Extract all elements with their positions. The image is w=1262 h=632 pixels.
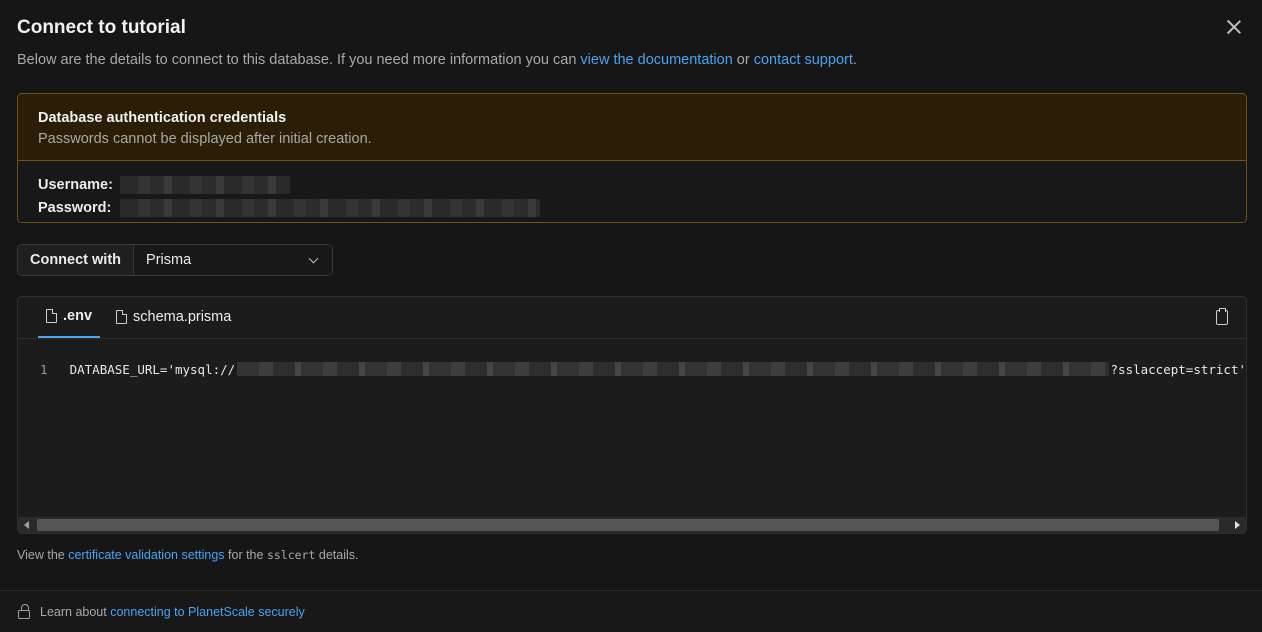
credentials-body: Username: Password: — [18, 161, 1246, 222]
certificate-settings-link[interactable]: certificate validation settings — [68, 548, 224, 562]
cert-note-suffix: details. — [315, 548, 359, 562]
connection-string-redacted — [237, 362, 1109, 376]
dialog-header: Connect to tutorial Below are the detail… — [17, 16, 1245, 70]
username-value-redacted — [120, 175, 290, 194]
cert-note-middle: for the — [224, 548, 267, 562]
dialog-footer: Learn about connecting to PlanetScale se… — [0, 590, 1262, 632]
chevron-down-icon — [308, 253, 319, 263]
subtitle-period: . — [852, 52, 857, 68]
scrollbar-thumb[interactable] — [37, 519, 1219, 531]
line-number: 1 — [40, 361, 48, 377]
file-icon — [116, 310, 128, 324]
scroll-right-icon[interactable] — [1235, 521, 1240, 529]
username-label: Username: — [38, 176, 113, 193]
password-label: Password: — [38, 199, 112, 216]
tab-env[interactable]: .env — [38, 297, 101, 338]
dialog-title: Connect to tutorial — [17, 17, 186, 38]
subtitle-or: or — [732, 52, 754, 68]
scroll-left-icon[interactable] — [24, 521, 29, 529]
password-row: Password: — [38, 196, 1226, 219]
code-panel: .env schema.prisma 1 DATABASE_URL='mysql… — [17, 296, 1247, 534]
username-row: Username: — [38, 173, 1226, 196]
connect-with-group: Connect with Prisma — [17, 244, 334, 276]
certificate-note: View the certificate validation settings… — [17, 548, 359, 562]
footer-prefix: Learn about — [40, 604, 107, 619]
code-suffix: ?sslaccept=strict' — [1110, 361, 1246, 377]
connect-securely-link[interactable]: connecting to PlanetScale securely — [110, 605, 305, 619]
credentials-description: Passwords cannot be displayed after init… — [38, 131, 372, 147]
connect-with-select[interactable]: Prisma — [134, 245, 333, 275]
horizontal-scrollbar[interactable] — [18, 517, 1246, 533]
file-icon — [46, 309, 57, 323]
sslcert-code: sslcert — [266, 548, 316, 562]
clipboard-icon[interactable] — [1216, 308, 1228, 325]
tab-schema-prisma[interactable]: schema.prisma — [108, 297, 239, 338]
lock-icon — [18, 603, 30, 619]
documentation-link[interactable]: view the documentation — [580, 52, 732, 68]
contact-support-link[interactable]: contact support — [754, 52, 853, 68]
password-value-redacted — [120, 198, 540, 217]
subtitle-text: Below are the details to connect to this… — [17, 52, 581, 68]
credentials-title: Database authentication credentials — [38, 110, 287, 126]
close-icon[interactable] — [1223, 16, 1245, 38]
tab-schema-prisma-label: schema.prisma — [133, 309, 232, 325]
connect-with-label: Connect with — [18, 245, 135, 275]
cert-note-prefix: View the — [17, 548, 69, 562]
tab-env-label: .env — [63, 308, 93, 324]
credentials-header: Database authentication credentials Pass… — [18, 94, 1246, 161]
dialog-subtitle: Below are the details to connect to this… — [17, 50, 1245, 70]
code-prefix: DATABASE_URL='mysql:// — [69, 361, 236, 377]
connect-with-selected-value: Prisma — [146, 252, 192, 268]
code-tabs: .env schema.prisma — [18, 297, 1246, 339]
credentials-panel: Database authentication credentials Pass… — [17, 93, 1247, 223]
code-line[interactable]: 1 DATABASE_URL='mysql:// ?sslaccept=stri… — [18, 359, 1246, 379]
